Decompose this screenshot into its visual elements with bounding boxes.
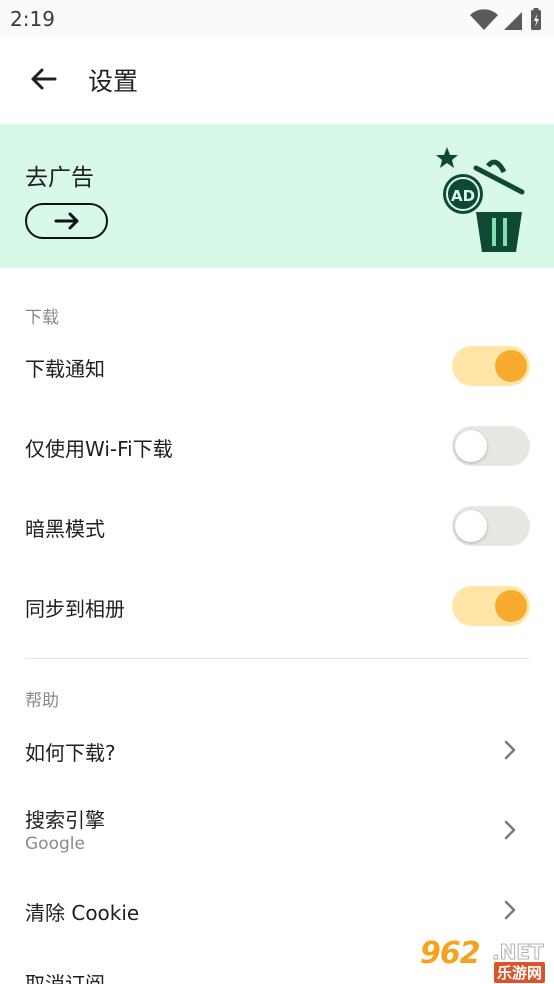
help-label: 如何下载? (25, 741, 116, 765)
watermark-net: .NET (492, 940, 545, 965)
toggle-knob (495, 590, 527, 622)
setting-row-download-notify[interactable]: 下载通知 (0, 326, 554, 406)
chevron-right-icon (504, 900, 516, 920)
toggle-knob (455, 510, 487, 542)
section-header-download: 下载 (25, 308, 59, 328)
back-button[interactable] (22, 58, 64, 100)
status-icons (456, 6, 546, 32)
help-label: 搜索引擎 (25, 808, 105, 832)
search-engine-value: Google (25, 834, 85, 854)
status-time: 2:19 (10, 7, 55, 31)
section-divider (25, 658, 529, 659)
help-row-partial[interactable]: 取消订阅 (25, 968, 105, 984)
ad-badge-text: AD (451, 187, 475, 205)
signal-icon (504, 12, 522, 30)
toggle-knob (455, 430, 487, 462)
remove-ads-illustration: AD (430, 134, 530, 259)
setting-label: 仅使用Wi-Fi下载 (25, 437, 173, 461)
setting-label: 暗黑模式 (25, 517, 105, 541)
page-title: 设置 (88, 67, 139, 96)
back-arrow-icon (31, 68, 57, 90)
wifi-icon (470, 9, 498, 30)
star-icon (436, 147, 458, 168)
toggle-knob (495, 350, 527, 382)
setting-row-wifi-only[interactable]: 仅使用Wi-Fi下载 (0, 406, 554, 486)
battery-icon (531, 8, 541, 30)
trash-icon (473, 159, 525, 252)
sync-album-toggle[interactable] (452, 586, 530, 626)
remove-ads-button[interactable] (25, 203, 108, 239)
remove-ads-banner[interactable]: 去广告 AD (0, 124, 554, 268)
help-row-how-to-download[interactable]: 如何下载? (0, 710, 554, 790)
dark-mode-toggle[interactable] (452, 506, 530, 546)
wifi-only-toggle[interactable] (452, 426, 530, 466)
download-notify-toggle[interactable] (452, 346, 530, 386)
help-row-search-engine[interactable]: 搜索引擎 Google (0, 790, 554, 880)
watermark-site: 乐游网 (494, 962, 546, 983)
section-header-help: 帮助 (25, 691, 59, 711)
setting-row-sync-album[interactable]: 同步到相册 (0, 566, 554, 646)
setting-row-dark-mode[interactable]: 暗黑模式 (0, 486, 554, 566)
setting-label: 下载通知 (25, 357, 105, 381)
remove-ads-title: 去广告 (25, 165, 94, 191)
help-label: 清除 Cookie (25, 901, 140, 925)
status-bar: 2:19 (0, 0, 554, 38)
watermark-number: 962 (420, 936, 481, 971)
app-toolbar: 设置 (0, 38, 554, 124)
site-watermark: 962 .NET 乐游网 (414, 936, 550, 983)
arrow-right-icon (54, 212, 78, 230)
setting-label: 同步到相册 (25, 597, 125, 621)
chevron-right-icon (504, 820, 516, 840)
chevron-right-icon (504, 740, 516, 760)
